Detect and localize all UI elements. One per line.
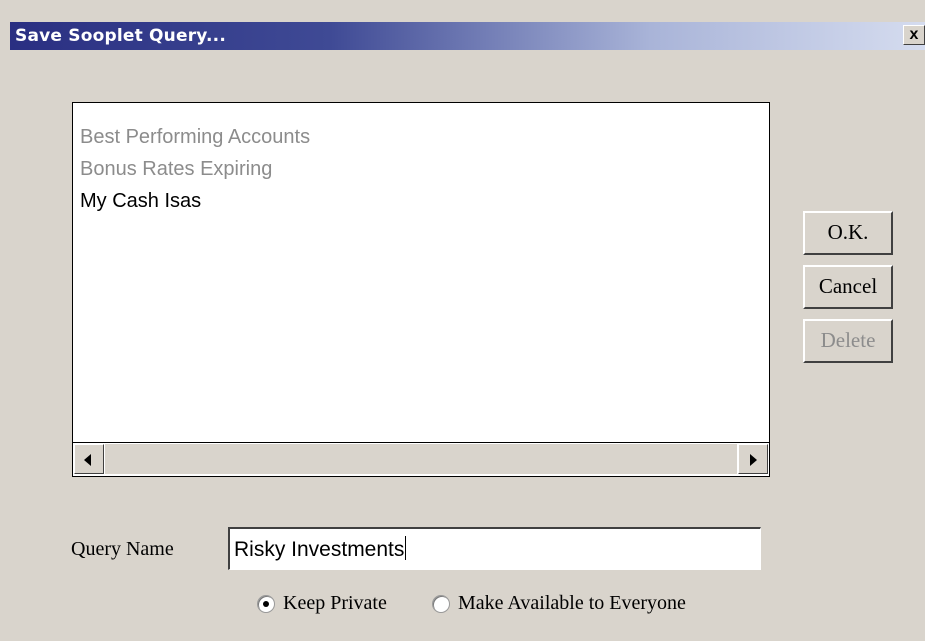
delete-button: Delete	[803, 319, 893, 363]
scroll-left-button[interactable]	[74, 444, 104, 474]
make-available-label: Make Available to Everyone	[458, 592, 686, 614]
cancel-button[interactable]: Cancel	[803, 265, 893, 309]
arrow-left-icon	[84, 454, 91, 466]
keep-private-label: Keep Private	[283, 592, 387, 614]
horizontal-scrollbar[interactable]	[73, 442, 769, 476]
make-available-radio[interactable]	[432, 595, 450, 613]
ok-button[interactable]: O.K.	[803, 211, 893, 255]
list-item: Bonus Rates Expiring	[80, 158, 273, 180]
window-title: Save Sooplet Query...	[15, 26, 226, 46]
close-button[interactable]: x	[903, 25, 925, 45]
text-caret	[405, 536, 407, 560]
keep-private-radio[interactable]	[257, 595, 275, 613]
scrollbar-thumb[interactable]	[105, 444, 737, 474]
query-list-items: Best Performing Accounts Bonus Rates Exp…	[80, 121, 769, 217]
scroll-right-button[interactable]	[738, 444, 768, 474]
query-name-value: Risky Investments	[234, 538, 405, 561]
arrow-right-icon	[750, 454, 757, 466]
close-icon: x	[909, 26, 919, 43]
title-bar: Save Sooplet Query... x	[10, 22, 925, 50]
list-item[interactable]: My Cash Isas	[80, 185, 769, 217]
radio-selected-dot	[263, 601, 269, 607]
query-name-label: Query Name	[71, 538, 174, 560]
saved-queries-list[interactable]: Best Performing Accounts Bonus Rates Exp…	[72, 102, 770, 477]
list-item: Best Performing Accounts	[80, 126, 311, 148]
query-name-input[interactable]: Risky Investments	[228, 527, 761, 570]
